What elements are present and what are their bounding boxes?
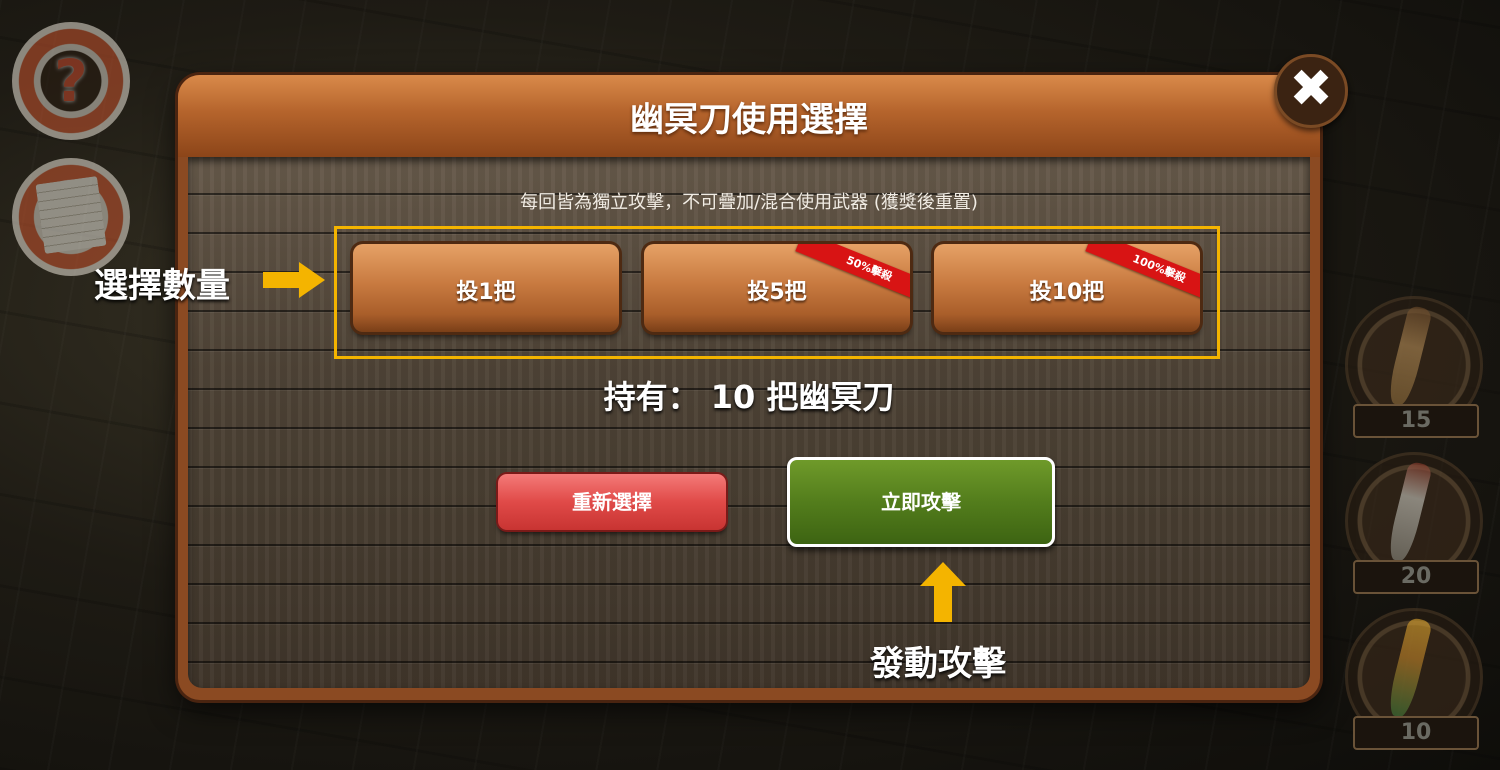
arrow-up-icon	[920, 562, 966, 622]
throw-1-button[interactable]: 投1把	[353, 244, 619, 332]
help-button[interactable]: ?	[12, 22, 130, 140]
weapon-count: 10	[1353, 716, 1479, 750]
close-button[interactable]: ✖	[1274, 54, 1348, 128]
throw-1-label: 投1把	[456, 280, 516, 305]
question-mark-icon: ?	[54, 47, 88, 115]
arrow-right-icon	[263, 262, 325, 298]
attack-now-button[interactable]: 立即攻擊	[787, 457, 1055, 547]
weapon-slot-2[interactable]: 20	[1345, 452, 1483, 594]
rule-notice: 每回皆為獨立攻擊，不可疊加/混合使用武器 (獲獎後重置)	[520, 192, 978, 213]
weapon-slot-1[interactable]: 15	[1345, 296, 1483, 438]
throw-5-label: 投5把	[747, 280, 807, 305]
weapon-count: 15	[1353, 404, 1479, 438]
weapon-count: 20	[1353, 560, 1479, 594]
select-quantity-annotation: 選擇數量	[94, 266, 230, 306]
close-icon: ✖	[1289, 59, 1333, 119]
document-icon	[35, 176, 107, 254]
launch-attack-annotation: 發動攻擊	[870, 644, 1006, 684]
dialog-title: 幽冥刀使用選擇	[630, 100, 868, 140]
owned-count-text: 持有： 10 把幽冥刀	[603, 378, 895, 416]
throw-10-button[interactable]: 100%擊殺 投10把	[934, 244, 1200, 332]
throw-5-button[interactable]: 50%擊殺 投5把	[644, 244, 910, 332]
throw-10-label: 投10把	[1029, 280, 1105, 305]
weapon-slot-3[interactable]: 10	[1345, 608, 1483, 750]
reset-selection-button[interactable]: 重新選擇	[498, 474, 726, 530]
